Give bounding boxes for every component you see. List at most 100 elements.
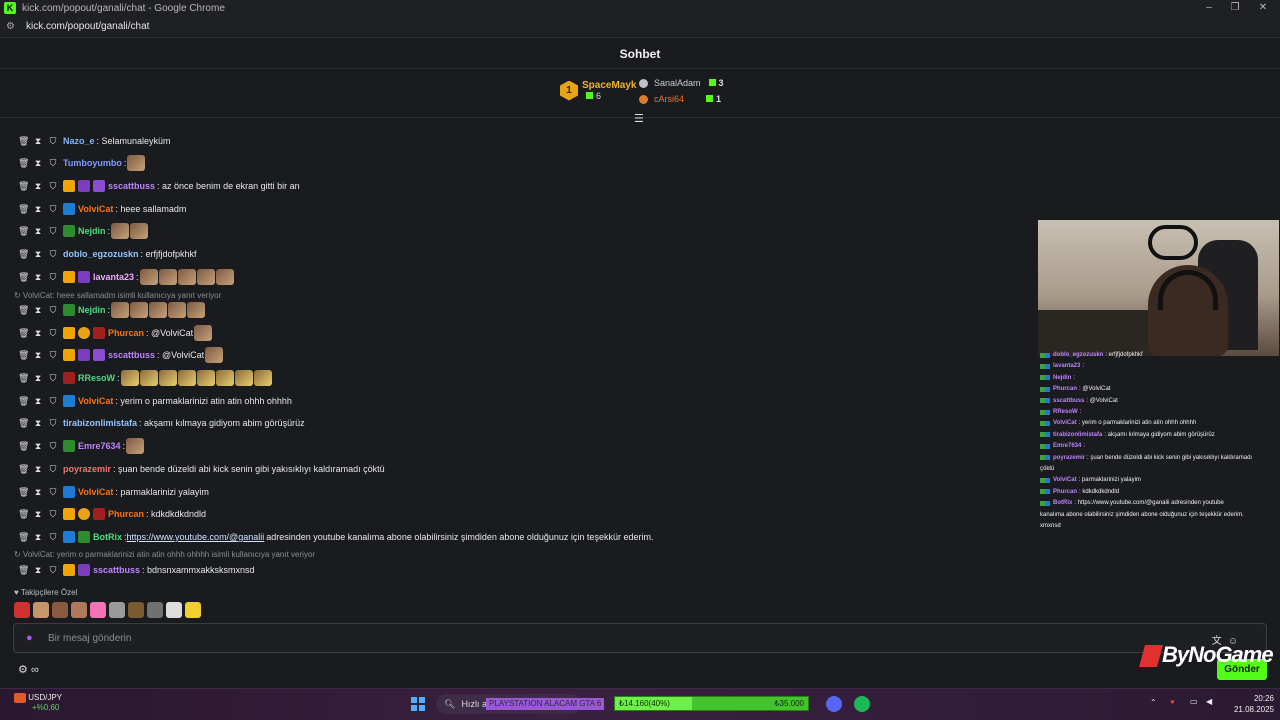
message-username[interactable]: VolviCat	[78, 487, 113, 497]
message-username[interactable]: poyrazemir	[63, 464, 111, 474]
timeout-icon[interactable]: ⧗	[33, 373, 43, 384]
delete-message-icon[interactable]: 🗑︎	[18, 464, 29, 475]
timeout-icon[interactable]: ⧗	[33, 181, 43, 192]
infinity-icon[interactable]: ∞	[31, 664, 39, 676]
delete-message-icon[interactable]: 🗑︎	[18, 396, 29, 407]
ban-icon[interactable]: ⛉	[48, 565, 58, 576]
ban-icon[interactable]: ⛉	[48, 464, 58, 475]
taskbar-search-text[interactable]: Hızlı a	[461, 699, 487, 709]
ban-icon[interactable]: ⛉	[48, 418, 58, 429]
windows-start-icon[interactable]	[411, 697, 425, 711]
chat-input-placeholder[interactable]: Bir mesaj gönderin	[48, 633, 131, 644]
ban-icon[interactable]: ⛉	[48, 136, 58, 147]
ban-icon[interactable]: ⛉	[48, 181, 58, 192]
message-username[interactable]: BotRix	[93, 532, 122, 542]
timeout-icon[interactable]: ⧗	[33, 158, 43, 169]
ban-icon[interactable]: ⛉	[48, 396, 58, 407]
emote-9-icon[interactable]	[166, 602, 182, 618]
url-text[interactable]: kick.com/popout/ganali/chat	[26, 21, 149, 32]
ban-icon[interactable]: ⛉	[48, 441, 58, 452]
emote-1-icon[interactable]	[14, 602, 30, 618]
message-username[interactable]: sscattbuss	[93, 565, 140, 575]
message-username[interactable]: Phurcan	[108, 328, 144, 338]
message-username[interactable]: VolviCat	[78, 204, 113, 214]
message-username[interactable]: doblo_egzozuskn	[63, 249, 139, 259]
delete-message-icon[interactable]: 🗑︎	[18, 272, 29, 283]
message-username[interactable]: sscattbuss	[108, 350, 155, 360]
timeout-icon[interactable]: ⧗	[33, 328, 43, 339]
timeout-icon[interactable]: ⧗	[33, 487, 43, 498]
emote-10-icon[interactable]	[185, 602, 201, 618]
emote-8-icon[interactable]	[147, 602, 163, 618]
timeout-icon[interactable]: ⧗	[33, 565, 43, 576]
delete-message-icon[interactable]: 🗑︎	[18, 509, 29, 520]
timeout-icon[interactable]: ⧗	[33, 204, 43, 215]
ban-icon[interactable]: ⛉	[48, 509, 58, 520]
timeout-icon[interactable]: ⧗	[33, 464, 43, 475]
ban-icon[interactable]: ⛉	[48, 204, 58, 215]
ban-icon[interactable]: ⛉	[48, 226, 58, 237]
timeout-icon[interactable]: ⧗	[33, 441, 43, 452]
volume-icon[interactable]: ◀	[1206, 697, 1212, 706]
discord-icon[interactable]	[826, 696, 842, 712]
ban-icon[interactable]: ⛉	[48, 373, 58, 384]
timeout-icon[interactable]: ⧗	[33, 418, 43, 429]
timeout-icon[interactable]: ⧗	[33, 136, 43, 147]
leaderboard-third[interactable]: cArsi64 1	[639, 94, 721, 104]
site-settings-icon[interactable]: ⚙	[6, 21, 20, 32]
message-username[interactable]: Nejdin	[78, 305, 106, 315]
ban-icon[interactable]: ⛉	[48, 158, 58, 169]
leaderboard-second[interactable]: SanalAdam 3	[639, 78, 724, 88]
spotify-icon[interactable]	[854, 696, 870, 712]
emote-4-icon[interactable]	[71, 602, 87, 618]
timeout-icon[interactable]: ⧗	[33, 396, 43, 407]
ban-icon[interactable]: ⛉	[48, 249, 58, 260]
timeout-icon[interactable]: ⧗	[33, 305, 43, 316]
close-button[interactable]: ✕	[1246, 0, 1280, 16]
timeout-icon[interactable]: ⧗	[33, 350, 43, 361]
address-bar[interactable]: ⚙ kick.com/popout/ganali/chat	[0, 16, 1280, 38]
message-username[interactable]: Emre7634	[78, 441, 121, 451]
delete-message-icon[interactable]: 🗑︎	[18, 204, 29, 215]
emote-6-icon[interactable]	[109, 602, 125, 618]
delete-message-icon[interactable]: 🗑︎	[18, 249, 29, 260]
message-username[interactable]: RResoW	[78, 373, 115, 383]
message-username[interactable]: VolviCat	[78, 396, 113, 406]
chat-input[interactable]: ● Bir mesaj gönderin 文☺	[13, 623, 1267, 653]
taskbar-clock[interactable]: 20:26 21.08.2025	[1226, 693, 1274, 715]
emote-heart-icon[interactable]	[90, 602, 106, 618]
delete-message-icon[interactable]: 🗑︎	[18, 158, 29, 169]
ban-icon[interactable]: ⛉	[48, 305, 58, 316]
delete-message-icon[interactable]: 🗑︎	[18, 418, 29, 429]
message-username[interactable]: lavanta23	[93, 272, 134, 282]
message-username[interactable]: Phurcan	[108, 509, 144, 519]
delete-message-icon[interactable]: 🗑︎	[18, 487, 29, 498]
delete-message-icon[interactable]: 🗑︎	[18, 441, 29, 452]
message-username[interactable]: tirabizonlimistafa	[63, 418, 137, 428]
ban-icon[interactable]: ⛉	[48, 328, 58, 339]
delete-message-icon[interactable]: 🗑︎	[18, 373, 29, 384]
timeout-icon[interactable]: ⧗	[33, 226, 43, 237]
timeout-icon[interactable]: ⧗	[33, 532, 43, 543]
ban-icon[interactable]: ⛉	[48, 487, 58, 498]
delete-message-icon[interactable]: 🗑︎	[18, 350, 29, 361]
message-username[interactable]: Nazo_e	[63, 136, 95, 146]
chevron-up-icon[interactable]: ⌃	[1150, 698, 1157, 707]
delete-message-icon[interactable]: 🗑︎	[18, 136, 29, 147]
message-link[interactable]: https://www.youtube.com/@ganalii	[127, 532, 265, 542]
timeout-icon[interactable]: ⧗	[33, 272, 43, 283]
delete-message-icon[interactable]: 🗑︎	[18, 532, 29, 543]
leaderboard-first[interactable]: 1 SpaceMayk 6	[560, 80, 636, 101]
emote-2-icon[interactable]	[33, 602, 49, 618]
delete-message-icon[interactable]: 🗑︎	[18, 565, 29, 576]
delete-message-icon[interactable]: 🗑︎	[18, 328, 29, 339]
timeout-icon[interactable]: ⧗	[33, 509, 43, 520]
ban-icon[interactable]: ⛉	[48, 350, 58, 361]
network-icon[interactable]: ▭	[1190, 697, 1198, 706]
delete-message-icon[interactable]: 🗑︎	[18, 226, 29, 237]
microphone-tray-icon[interactable]: ●	[1170, 697, 1175, 706]
emote-3-icon[interactable]	[52, 602, 68, 618]
message-username[interactable]: Nejdin	[78, 226, 106, 236]
emote-7-icon[interactable]	[128, 602, 144, 618]
timeout-icon[interactable]: ⧗	[33, 249, 43, 260]
